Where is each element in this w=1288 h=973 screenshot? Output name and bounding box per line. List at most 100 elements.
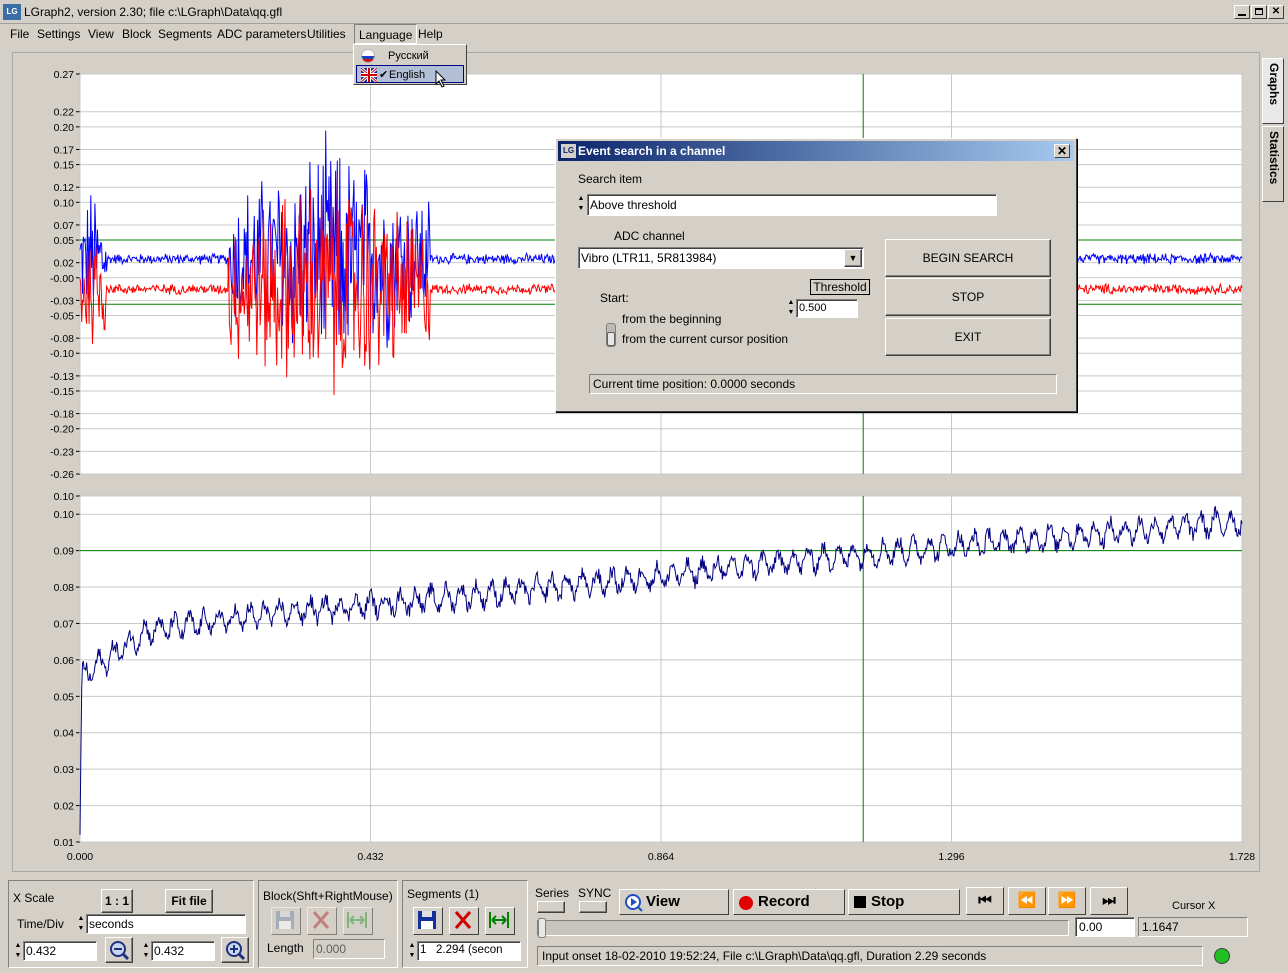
block-expand-button[interactable] xyxy=(343,907,373,935)
skip-end-icon: ⏭ xyxy=(1102,892,1116,909)
language-menu: Русский ✔ English xyxy=(353,44,467,88)
play-view-icon xyxy=(625,894,643,912)
menu-block[interactable]: Block xyxy=(118,24,155,44)
fast-forward-icon: ⏩ xyxy=(1057,892,1077,909)
expand-horizontal-icon xyxy=(347,912,367,928)
menu-segments[interactable]: Segments xyxy=(154,24,216,44)
segment-spinner[interactable]: ▲ ▼ xyxy=(407,941,417,961)
y-tick-label: 0.05 xyxy=(54,691,75,703)
search-item-field[interactable]: Above threshold xyxy=(587,194,997,216)
spin-down-icon: ▼ xyxy=(142,952,150,959)
adc-channel-select[interactable]: Vibro (LTR11, 5R813984) ▼ xyxy=(578,247,864,269)
sync-label: SYNC xyxy=(578,886,612,900)
time-div-field[interactable]: 0.432 xyxy=(23,941,97,961)
menu-language[interactable]: Language xyxy=(354,24,418,44)
language-label: Русский xyxy=(388,50,429,62)
x-tick-label: 0.000 xyxy=(67,851,93,863)
app-icon[interactable]: LG xyxy=(3,4,21,20)
position-field[interactable]: 0.00 xyxy=(1075,917,1135,937)
time-div-spinner[interactable]: ▲ ▼ xyxy=(13,941,23,961)
time-div-spinner-2[interactable]: ▲ ▼ xyxy=(141,941,151,961)
forward-button[interactable]: ⏩ xyxy=(1048,887,1086,915)
time-div-field-2[interactable]: 0.432 xyxy=(151,941,215,961)
dialog-title-bar: LG Event search in a channel ✕ xyxy=(558,141,1074,161)
menu-settings[interactable]: Settings xyxy=(33,24,84,44)
start-option-cursor[interactable]: from the current cursor position xyxy=(622,332,788,346)
y-tick-label: 0.04 xyxy=(54,728,75,740)
zoom-in-icon xyxy=(226,941,246,961)
go-end-button[interactable]: ⏭ xyxy=(1090,887,1128,915)
rewind-button[interactable]: ⏪ xyxy=(1008,887,1046,915)
language-item-russian[interactable]: Русский xyxy=(356,47,464,65)
series-label: Series xyxy=(535,886,570,900)
block-label: Block(Shft+RightMouse) xyxy=(263,889,393,903)
y-tick-label: -0.00 xyxy=(50,273,74,285)
time-div-unit-spinner[interactable]: ▲ ▼ xyxy=(76,914,86,934)
zoom-in-button[interactable] xyxy=(221,937,249,963)
view-button-label: View xyxy=(646,893,680,910)
y-tick-label: 0.10 xyxy=(54,509,75,521)
spin-up-icon: ▲ xyxy=(577,195,585,202)
y-tick-label: 0.09 xyxy=(54,546,75,558)
menu-utilities[interactable]: Utilities xyxy=(303,24,350,44)
close-button[interactable]: ✕ xyxy=(1268,5,1284,19)
time-div-unit-field[interactable]: seconds xyxy=(86,914,246,934)
menu-bar: File Settings View Block Segments ADC pa… xyxy=(0,24,1288,44)
zoom-out-button[interactable] xyxy=(105,937,133,963)
menu-help[interactable]: Help xyxy=(414,24,447,44)
segment-duration: 2.294 (secon xyxy=(436,944,503,956)
start-option-beginning[interactable]: from the beginning xyxy=(622,312,721,326)
go-start-button[interactable]: ⏮ xyxy=(966,887,1004,915)
start-toggle-switch[interactable] xyxy=(606,323,616,347)
menu-view[interactable]: View xyxy=(84,24,118,44)
fit-file-button[interactable]: Fit file xyxy=(165,889,213,913)
tab-graphs[interactable]: Graphs xyxy=(1262,58,1284,124)
threshold-spinner[interactable]: ▲ ▼ xyxy=(786,298,796,320)
spin-up-icon: ▲ xyxy=(787,299,795,306)
y-tick-label: -0.08 xyxy=(50,333,74,345)
segment-save-button[interactable] xyxy=(413,907,443,935)
record-button[interactable]: Record xyxy=(733,889,845,915)
spin-up-icon: ▲ xyxy=(77,915,85,922)
view-button[interactable]: View xyxy=(619,889,729,915)
segment-delete-button[interactable] xyxy=(449,907,479,935)
exit-button[interactable]: EXIT xyxy=(885,318,1051,356)
position-slider-thumb[interactable] xyxy=(538,918,546,938)
tab-statistics[interactable]: Statistics xyxy=(1262,126,1284,202)
lower-chart[interactable]: 0.10 0.10 0.09 0.08 0.07 0.06 0.05 0.04 0.03 0.02… xyxy=(22,486,1256,870)
segment-field[interactable]: 1 2.294 (secon xyxy=(417,941,521,961)
close-icon: ✕ xyxy=(1271,6,1281,17)
menu-adc-parameters[interactable]: ADC parameters xyxy=(213,24,310,44)
uk-flag-icon xyxy=(361,68,377,82)
status-bar: Input onset 18-02-2010 19:52:24, File c:… xyxy=(537,946,1203,966)
series-toggle[interactable] xyxy=(537,901,565,913)
stop-icon xyxy=(854,896,866,908)
stop-button[interactable]: Stop xyxy=(848,889,960,915)
begin-search-button[interactable]: BEGIN SEARCH xyxy=(885,239,1051,277)
y-tick-label: 0.27 xyxy=(54,69,75,81)
y-tick-label: 0.05 xyxy=(54,235,75,247)
sync-toggle[interactable] xyxy=(579,901,607,913)
minimize-button[interactable] xyxy=(1234,5,1250,19)
block-delete-button[interactable] xyxy=(307,907,337,935)
spin-down-icon: ▼ xyxy=(14,952,22,959)
segment-expand-button[interactable] xyxy=(485,907,515,935)
maximize-button[interactable] xyxy=(1251,5,1267,19)
y-tick-label: 0.22 xyxy=(54,107,75,119)
y-tick-label: 0.17 xyxy=(54,144,75,156)
position-slider-track[interactable] xyxy=(537,918,1069,938)
y-tick-label: 0.08 xyxy=(54,582,75,594)
floppy-disk-icon xyxy=(276,911,294,929)
dialog-close-button[interactable]: ✕ xyxy=(1054,144,1070,158)
threshold-field[interactable]: 0.500 xyxy=(796,299,858,318)
language-item-english[interactable]: ✔ English xyxy=(356,65,464,88)
stop-search-button[interactable]: STOP xyxy=(885,278,1051,316)
current-time-status: Current time position: 0.0000 seconds xyxy=(589,374,1057,394)
block-save-button[interactable] xyxy=(271,907,301,935)
y-tick-label: 0.07 xyxy=(54,618,75,630)
menu-file[interactable]: File xyxy=(6,24,33,44)
one-to-one-button[interactable]: 1 : 1 xyxy=(101,889,133,913)
chevron-down-icon[interactable]: ▼ xyxy=(844,249,862,267)
search-item-spinner[interactable]: ▲ ▼ xyxy=(576,194,586,216)
search-item-label: Search item xyxy=(578,172,643,186)
